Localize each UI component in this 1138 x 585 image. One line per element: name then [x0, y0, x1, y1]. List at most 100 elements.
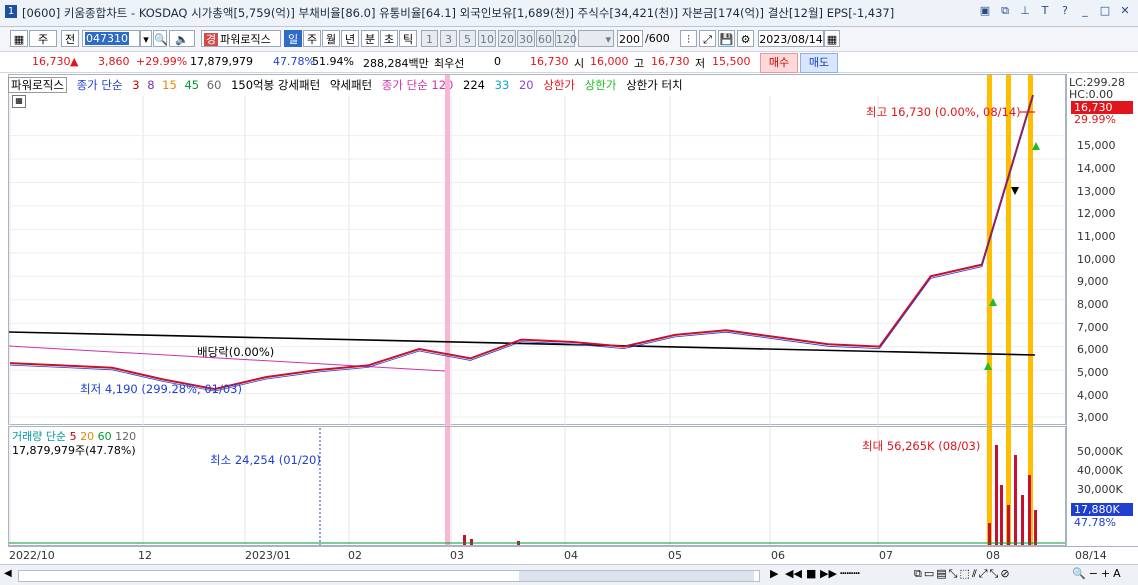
- chart-legend: 파워로직스 종가 단순 3 8 15 45 60 150억봉 강세패턴 약세패턴…: [8, 77, 689, 93]
- tab-minute[interactable]: 분: [361, 30, 379, 47]
- help-icon[interactable]: ?: [1058, 4, 1072, 18]
- volume-y-tick: 40,000K: [1077, 464, 1123, 477]
- volume-y-tick: 50,000K: [1077, 445, 1123, 458]
- font-icon[interactable]: T: [1038, 4, 1052, 18]
- change-percent: +29.99%: [136, 55, 188, 68]
- volume-current: 17,879,979주(47.78%): [12, 444, 136, 457]
- maximize-icon[interactable]: □: [1098, 4, 1112, 18]
- stop-icon[interactable]: ■: [806, 567, 816, 580]
- price-axis[interactable]: LC:299.28 HC:0.00 15,000 14,000 13,000 1…: [1066, 74, 1138, 546]
- interval-30[interactable]: 30: [517, 30, 535, 47]
- scrollbar-thumb[interactable]: [519, 571, 754, 581]
- interval-10[interactable]: 10: [478, 30, 496, 47]
- interval-5[interactable]: 5: [459, 30, 476, 47]
- buy-button[interactable]: 매수: [760, 53, 798, 73]
- legend-ma33: 33: [494, 78, 510, 92]
- up-arrow-icon: ▲: [70, 55, 79, 68]
- layout-icon[interactable]: ▣: [978, 4, 992, 18]
- tab-tick[interactable]: 틱: [399, 30, 417, 47]
- y-tick: 12,000: [1077, 207, 1116, 220]
- title-bar: 1 [0600] 키움종합차트 - KOSDAQ 시가총액[5,759(억)] …: [0, 0, 1138, 27]
- y-tick: 8,000: [1077, 298, 1109, 311]
- interval-60[interactable]: 60: [536, 30, 554, 47]
- search-icon[interactable]: 🔍: [153, 30, 168, 47]
- x-tick: 08/14: [1075, 549, 1107, 562]
- interval-120[interactable]: 120: [555, 30, 577, 47]
- legend-ma20: 20: [518, 78, 534, 92]
- prev-button[interactable]: 전: [61, 30, 79, 47]
- low-price: 15,500: [712, 55, 751, 68]
- y-tick: 6,000: [1077, 343, 1109, 356]
- y-tick: 9,000: [1077, 275, 1109, 288]
- zoom-icons[interactable]: 🔍−+A: [1072, 567, 1124, 580]
- scroll-left-icon[interactable]: ◀: [4, 568, 14, 579]
- custom-interval-dropdown[interactable]: ▾: [578, 30, 614, 47]
- x-tick: 06: [771, 549, 785, 562]
- scroll-right-icon[interactable]: ▶: [770, 567, 778, 580]
- legend-weak-pattern: 약세패턴: [329, 78, 373, 92]
- low-label: 저: [695, 57, 706, 70]
- tab-day[interactable]: 일: [284, 30, 302, 47]
- x-tick: 03: [450, 549, 464, 562]
- indicator-select[interactable]: 경 파워로직스: [201, 30, 281, 47]
- x-tick: 07: [879, 549, 893, 562]
- volume-min-annotation: 최소 24,254 (01/20): [210, 453, 321, 467]
- line-style-icon[interactable]: ┅┅┅: [840, 567, 860, 580]
- window-title: [0600] 키움종합차트 - KOSDAQ 시가총액[5,759(억)] 부채…: [22, 6, 895, 20]
- candle-icon[interactable]: ⫶: [680, 30, 697, 47]
- settings-icon[interactable]: ⚙: [737, 30, 754, 47]
- indicator-badge: 경: [204, 33, 219, 46]
- legend-ma45: 45: [184, 78, 200, 92]
- x-tick: 02: [348, 549, 362, 562]
- period-select[interactable]: 주: [29, 30, 57, 47]
- x-tick: 2023/01: [245, 549, 291, 562]
- date-input[interactable]: 2023/08/14: [758, 30, 824, 47]
- sell-button[interactable]: 매도: [800, 53, 838, 73]
- stock-code-input[interactable]: 047310: [82, 30, 140, 47]
- x-tick: 08: [986, 549, 1000, 562]
- x-tick: 04: [564, 549, 578, 562]
- tool-icons[interactable]: ⧉▭▤⤡⬚⫽⤢⤡⊘: [914, 567, 1012, 581]
- interval-20[interactable]: 20: [498, 30, 516, 47]
- calendar-icon[interactable]: ▦: [824, 30, 840, 47]
- y-tick: 5,000: [1077, 366, 1109, 379]
- fast-forward-icon[interactable]: ▶▶: [820, 567, 837, 580]
- tab-week[interactable]: 주: [303, 30, 321, 47]
- rewind-icon[interactable]: ◀◀: [785, 567, 802, 580]
- stock-code-value: 047310: [85, 32, 129, 45]
- window-controls: ▣ ⧉ ⊥ T ? _ □ ✕: [978, 4, 1132, 18]
- tab-second[interactable]: 초: [380, 30, 398, 47]
- horizontal-scrollbar[interactable]: [18, 570, 760, 582]
- tab-month[interactable]: 월: [322, 30, 340, 47]
- save-icon[interactable]: 💾: [718, 30, 735, 47]
- time-axis[interactable]: 2022/10 12 2023/01 02 03 04 05 06 07 08 …: [8, 546, 1138, 565]
- volume-max-annotation: 최대 56,265K (08/03): [862, 439, 981, 453]
- count-input[interactable]: 200: [617, 30, 643, 47]
- minimize-icon[interactable]: _: [1078, 4, 1092, 18]
- interval-3[interactable]: 3: [440, 30, 457, 47]
- legend-stock-name[interactable]: 파워로직스: [8, 77, 67, 93]
- y-tick: 13,000: [1077, 185, 1116, 198]
- legend-upper-limit: 상한가: [543, 78, 575, 92]
- grid-icon[interactable]: ▦: [10, 30, 28, 47]
- preferred-value: 0: [494, 55, 501, 68]
- legend-upper-touch: 상한가 터치: [626, 78, 683, 92]
- interval-1[interactable]: 1: [421, 30, 438, 47]
- tab-year[interactable]: 년: [341, 30, 359, 47]
- y-tick: 14,000: [1077, 162, 1116, 175]
- legend-strong-pattern: 150억봉 강세패턴: [231, 78, 321, 92]
- price-chart-panel[interactable]: [8, 74, 1066, 425]
- y-tick: 4,000: [1077, 389, 1109, 402]
- sound-icon[interactable]: 🔈: [169, 30, 195, 47]
- high-annotation: 최고 16,730 (0.00%, 08/14): [866, 105, 1021, 119]
- close-icon[interactable]: ✕: [1118, 4, 1132, 18]
- restore-icon[interactable]: ⧉: [998, 4, 1012, 18]
- price-change: 3,860: [98, 55, 130, 68]
- legend-ma-label: 종가 단순: [76, 78, 123, 92]
- crosshair-icon[interactable]: ⤢: [699, 30, 716, 47]
- hc-label: HC:0.00: [1069, 88, 1114, 101]
- pin-icon[interactable]: ⊥: [1018, 4, 1032, 18]
- bottom-toolbar: ◀ ▶ ◀◀ ■ ▶▶ ┅┅┅ ⧉▭▤⤡⬚⫽⤢⤡⊘ 🔍−+A: [0, 564, 1138, 585]
- table-toggle-icon[interactable]: ▦: [12, 95, 26, 108]
- code-dropdown-icon[interactable]: ▾: [140, 30, 152, 47]
